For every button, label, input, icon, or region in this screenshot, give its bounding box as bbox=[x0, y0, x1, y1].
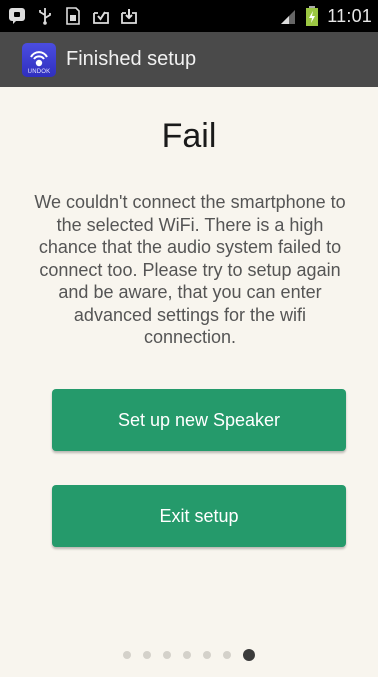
signal-icon bbox=[279, 7, 297, 25]
screen-title: Finished setup bbox=[66, 48, 197, 70]
page-dot bbox=[163, 651, 171, 659]
page-dot bbox=[143, 651, 151, 659]
page-indicator bbox=[0, 649, 378, 661]
main-content: Fail We couldn't connect the smartphone … bbox=[0, 87, 378, 677]
clock-time: 11:01 bbox=[327, 5, 372, 26]
page-dot bbox=[183, 651, 191, 659]
sim-card-icon bbox=[64, 7, 82, 25]
download-icon bbox=[120, 7, 138, 25]
action-bar: UNDOK Finished setup bbox=[0, 32, 378, 87]
status-bar: 11:01 bbox=[0, 0, 378, 32]
error-message: We couldn't connect the smartphone to th… bbox=[34, 192, 346, 347]
app-icon-label: UNDOK bbox=[27, 68, 51, 75]
set-up-new-speaker-button[interactable]: Set up new Speaker bbox=[52, 389, 346, 451]
usb-icon bbox=[36, 7, 54, 25]
page-dot-active bbox=[243, 649, 255, 661]
exit-setup-button[interactable]: Exit setup bbox=[52, 485, 346, 547]
page-dot bbox=[123, 651, 131, 659]
system-icons: 11:01 bbox=[279, 6, 378, 27]
page-dot bbox=[203, 651, 211, 659]
download-done-icon bbox=[92, 7, 110, 25]
notification-icons bbox=[0, 7, 138, 25]
speaker-wifi-icon bbox=[30, 50, 48, 66]
chat-notification-icon bbox=[8, 7, 26, 25]
app-icon[interactable]: UNDOK bbox=[22, 42, 56, 77]
result-title: Fail bbox=[161, 117, 217, 155]
page-dot bbox=[223, 651, 231, 659]
battery-icon bbox=[303, 6, 321, 26]
